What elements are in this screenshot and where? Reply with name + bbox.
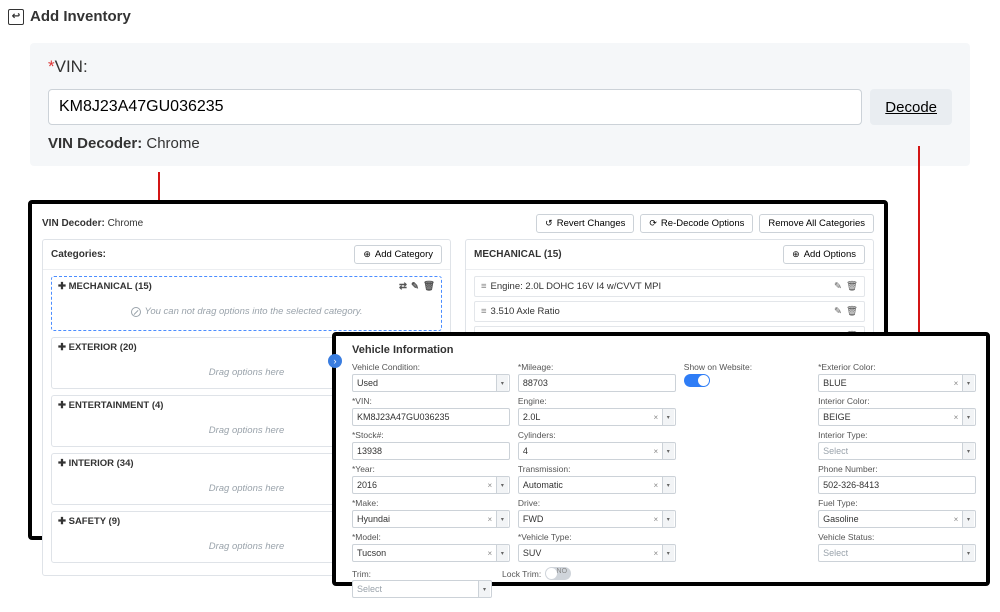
revert-changes-button[interactable]: ↺Revert Changes xyxy=(536,214,634,233)
option-row[interactable]: ≡Engine: 2.0L DOHC 16V I4 w/CVVT MPI✎🗑 xyxy=(474,276,865,297)
add-category-button[interactable]: ⊕Add Category xyxy=(354,245,442,264)
chevron-down-icon: ▾ xyxy=(962,409,974,425)
option-row[interactable]: ≡3.510 Axle Ratio✎🗑 xyxy=(474,301,865,322)
clear-icon[interactable]: × xyxy=(485,511,495,527)
vehicle-type-input[interactable]: SUV×▾ xyxy=(518,544,676,562)
chevron-down-icon: ▾ xyxy=(478,581,490,597)
clear-icon[interactable]: × xyxy=(951,375,961,391)
interior-type-select[interactable]: Select▾ xyxy=(818,442,976,460)
stock-input[interactable]: 13938 xyxy=(352,442,510,460)
fuel-type-input[interactable]: Gasoline×▾ xyxy=(818,510,976,528)
swap-icon[interactable]: ⇄ xyxy=(399,281,407,292)
edit-icon[interactable]: ✎ xyxy=(834,281,842,292)
category-mechanical[interactable]: ✚ MECHANICAL (15) ⇄ ✎ 🗑 You can not drag… xyxy=(51,276,442,331)
plus-circle-icon: ⊕ xyxy=(792,250,800,259)
clear-icon[interactable]: × xyxy=(651,409,661,425)
page-header: ↩ Add Inventory xyxy=(0,0,1000,31)
lock-trim-toggle[interactable]: NO xyxy=(545,567,571,580)
chevron-down-icon: ▾ xyxy=(962,511,974,527)
year-input[interactable]: 2016×▾ xyxy=(352,476,510,494)
clear-icon[interactable]: × xyxy=(951,409,961,425)
chevron-down-icon: ▾ xyxy=(496,375,508,391)
interior-color-input[interactable]: BEIGE×▾ xyxy=(818,408,976,426)
chevron-down-icon: ▾ xyxy=(662,545,674,561)
clear-icon[interactable]: × xyxy=(485,477,495,493)
trim-select[interactable]: Select▾ xyxy=(352,580,492,598)
grip-icon[interactable]: ≡ xyxy=(481,281,487,292)
edit-icon[interactable]: ✎ xyxy=(834,306,842,317)
chevron-down-icon: ▾ xyxy=(496,545,508,561)
edit-icon[interactable]: ✎ xyxy=(411,281,419,292)
clear-icon[interactable]: × xyxy=(651,545,661,561)
drive-input[interactable]: FWD×▾ xyxy=(518,510,676,528)
delete-icon[interactable]: 🗑 xyxy=(846,306,858,317)
redecode-options-button[interactable]: ⟳Re-Decode Options xyxy=(640,214,753,233)
make-input[interactable]: Hyundai×▾ xyxy=(352,510,510,528)
chevron-down-icon: ▾ xyxy=(962,545,974,561)
engine-input[interactable]: 2.0L×▾ xyxy=(518,408,676,426)
mileage-input[interactable]: 88703 xyxy=(518,374,676,392)
decode-button[interactable]: Decode xyxy=(870,89,952,125)
clear-icon[interactable]: × xyxy=(485,545,495,561)
categories-header: Categories: xyxy=(51,249,106,260)
show-on-website-toggle[interactable] xyxy=(684,374,710,387)
clear-icon[interactable]: × xyxy=(951,511,961,527)
clear-icon[interactable]: × xyxy=(651,443,661,459)
chevron-down-icon: ▾ xyxy=(962,375,974,391)
chevron-down-icon: ▾ xyxy=(496,511,508,527)
expand-collapse-icon[interactable]: › xyxy=(328,354,342,368)
frame1-decoder-label: VIN Decoder: Chrome xyxy=(42,218,143,229)
chevron-down-icon: ▾ xyxy=(962,443,974,459)
transmission-input[interactable]: Automatic×▾ xyxy=(518,476,676,494)
vin-label: *VIN: xyxy=(48,57,952,77)
options-header: MECHANICAL (15) xyxy=(474,249,562,260)
clear-icon[interactable]: × xyxy=(651,477,661,493)
model-input[interactable]: Tucson×▾ xyxy=(352,544,510,562)
revert-icon: ↺ xyxy=(545,219,553,228)
grip-icon[interactable]: ≡ xyxy=(481,306,487,317)
delete-icon[interactable]: 🗑 xyxy=(423,281,435,292)
vin-panel: *VIN: Decode VIN Decoder: Chrome xyxy=(30,43,970,166)
chevron-down-icon: ▾ xyxy=(662,443,674,459)
vehicle-info-frame: › Vehicle Information Vehicle Condition:… xyxy=(332,332,990,586)
ban-icon xyxy=(131,307,141,317)
vehicle-info-title: Vehicle Information xyxy=(352,342,976,362)
vin-field[interactable]: KM8J23A47GU036235 xyxy=(352,408,510,426)
delete-icon[interactable]: 🗑 xyxy=(846,281,858,292)
clear-icon[interactable]: × xyxy=(651,511,661,527)
vehicle-condition-select[interactable]: Used▾ xyxy=(352,374,510,392)
remove-all-categories-button[interactable]: Remove All Categories xyxy=(759,214,874,233)
refresh-icon: ⟳ xyxy=(649,219,657,228)
page-title: Add Inventory xyxy=(30,8,131,25)
chevron-down-icon: ▾ xyxy=(662,409,674,425)
plus-circle-icon: ⊕ xyxy=(363,250,371,259)
vin-decoder-line: VIN Decoder: Chrome xyxy=(48,135,952,152)
cylinders-input[interactable]: 4×▾ xyxy=(518,442,676,460)
add-options-button[interactable]: ⊕Add Options xyxy=(783,245,865,264)
chevron-down-icon: ▾ xyxy=(662,477,674,493)
vin-input[interactable] xyxy=(48,89,862,125)
indicator-arrow-2 xyxy=(918,146,920,360)
vehicle-status-select[interactable]: Select▾ xyxy=(818,544,976,562)
chevron-down-icon: ▾ xyxy=(496,477,508,493)
chevron-down-icon: ▾ xyxy=(662,511,674,527)
phone-input[interactable]: 502-326-8413 xyxy=(818,476,976,494)
exterior-color-input[interactable]: BLUE×▾ xyxy=(818,374,976,392)
back-icon[interactable]: ↩ xyxy=(8,9,24,25)
